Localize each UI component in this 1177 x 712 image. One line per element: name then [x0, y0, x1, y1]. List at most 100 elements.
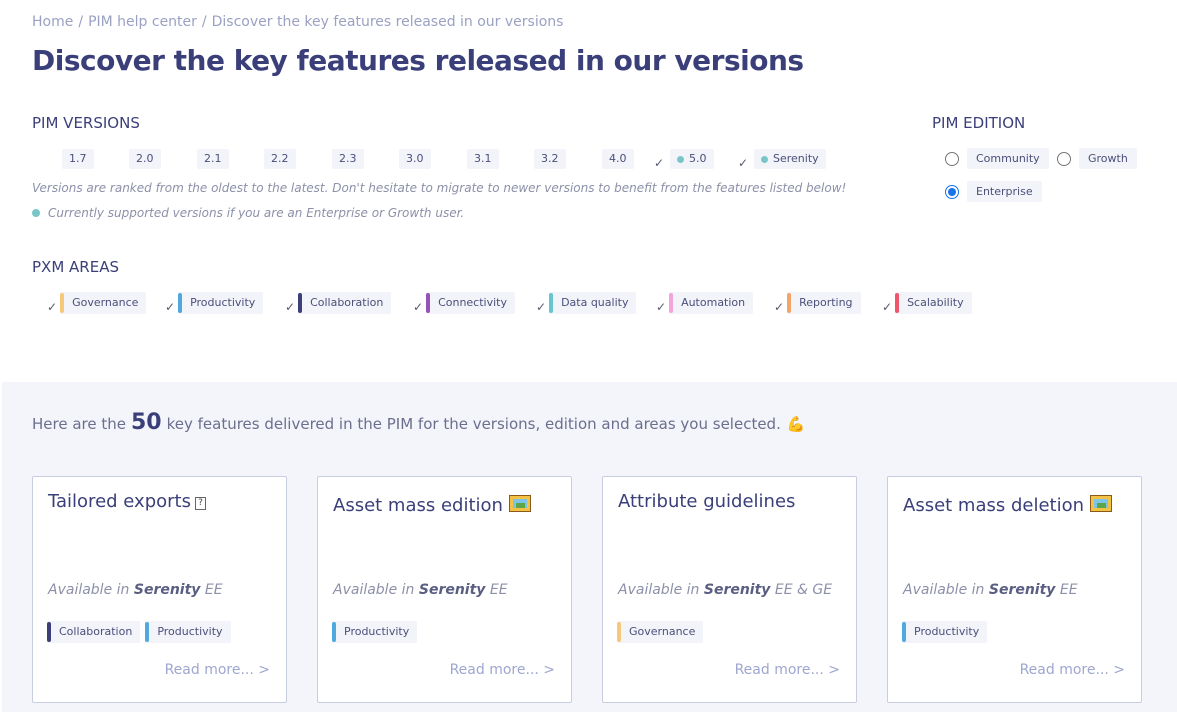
- question-box-icon: ?: [194, 497, 206, 510]
- framed-picture-icon: [508, 495, 531, 512]
- checkmark-icon: ✓: [165, 300, 176, 314]
- breadcrumb-home-link[interactable]: Home: [32, 14, 73, 30]
- area-filter-automation[interactable]: ✓ Automation: [656, 292, 754, 314]
- card-title-text: Tailored exports: [48, 491, 191, 512]
- supported-dot-icon: [32, 209, 40, 217]
- card-availability: Available in Serenity EE: [903, 582, 1078, 598]
- card-availability: Available in Serenity EE: [333, 582, 508, 598]
- radio-button[interactable]: [945, 151, 959, 166]
- checkmark-icon: ✓: [47, 300, 58, 314]
- breadcrumb-separator: /: [78, 14, 84, 30]
- card-tags: Governance: [617, 621, 704, 643]
- avail-prefix: Available in: [48, 582, 130, 598]
- supported-note-text: Currently supported versions if you are …: [48, 206, 465, 220]
- avail-prefix: Available in: [618, 582, 700, 598]
- results-prefix: Here are the: [32, 415, 126, 433]
- pim-versions-title: PIM VERSIONS: [32, 114, 140, 132]
- version-label: 3.1: [474, 152, 492, 165]
- pxm-areas-title: PXM AREAS: [32, 258, 119, 276]
- version-chip-5-0[interactable]: 5.0: [670, 149, 714, 169]
- area-label: Automation: [681, 296, 746, 309]
- card-title: Asset mass edition: [333, 495, 531, 516]
- edition-option-community[interactable]: Community: [945, 148, 1049, 169]
- pim-edition-title: PIM EDITION: [932, 114, 1026, 132]
- feature-card-tailored-exports[interactable]: Tailored exports? Available in Serenity …: [32, 476, 287, 703]
- version-chip-2-2[interactable]: 2.2: [264, 149, 296, 169]
- color-bar: [787, 293, 792, 313]
- checkmark-icon: ✓: [882, 300, 893, 314]
- breadcrumb-separator: /: [201, 14, 207, 30]
- card-title: Tailored exports?: [48, 491, 206, 512]
- edition-option-enterprise[interactable]: Enterprise: [945, 181, 1042, 202]
- tag-label: Productivity: [344, 625, 410, 638]
- framed-picture-icon: [1090, 495, 1113, 512]
- version-chip-3-2[interactable]: 3.2: [534, 149, 566, 169]
- color-bar: [617, 622, 621, 642]
- avail-editions: EE: [1059, 582, 1078, 598]
- area-label: Reporting: [799, 296, 853, 309]
- feature-card-asset-mass-deletion[interactable]: Asset mass deletion Available in Serenit…: [887, 476, 1142, 703]
- version-label: 5.0: [689, 152, 707, 165]
- version-label: 2.2: [271, 152, 289, 165]
- color-bar: [549, 293, 554, 313]
- version-chip-3-0[interactable]: 3.0: [399, 149, 431, 169]
- avail-editions: EE: [489, 582, 508, 598]
- checkmark-icon: ✓: [656, 300, 667, 314]
- card-title: Attribute guidelines: [618, 491, 796, 512]
- version-chip-2-3[interactable]: 2.3: [332, 149, 364, 169]
- edition-option-growth[interactable]: Growth: [1057, 148, 1137, 169]
- results-summary: Here are the 50 key features delivered i…: [32, 410, 806, 435]
- tag-label: Productivity: [157, 625, 223, 638]
- area-filter-collaboration[interactable]: ✓ Collaboration: [285, 292, 392, 314]
- card-title: Asset mass deletion: [903, 495, 1113, 516]
- read-more-link[interactable]: Read more... >: [165, 662, 270, 678]
- version-label: 2.1: [204, 152, 222, 165]
- area-filter-reporting[interactable]: ✓ Reporting: [774, 292, 861, 314]
- area-label: Collaboration: [310, 296, 384, 309]
- radio-button[interactable]: [1057, 151, 1071, 166]
- read-more-link[interactable]: Read more... >: [450, 662, 555, 678]
- version-chip-3-1[interactable]: 3.1: [467, 149, 499, 169]
- area-filter-governance[interactable]: ✓ Governance: [47, 292, 147, 314]
- edition-label: Growth: [1079, 148, 1137, 169]
- card-tags: Collaboration Productivity: [47, 621, 231, 643]
- area-filter-connectivity[interactable]: ✓ Connectivity: [413, 292, 515, 314]
- read-more-link[interactable]: Read more... >: [735, 662, 840, 678]
- tag-label: Collaboration: [59, 625, 133, 638]
- version-chip-4-0[interactable]: 4.0: [602, 149, 634, 169]
- edition-label: Enterprise: [967, 181, 1042, 202]
- version-chip-2-0[interactable]: 2.0: [129, 149, 161, 169]
- area-filter-data-quality[interactable]: ✓ Data quality: [536, 292, 637, 314]
- version-chip-serenity[interactable]: Serenity: [754, 149, 826, 169]
- feature-card-asset-mass-edition[interactable]: Asset mass edition Available in Serenity…: [317, 476, 572, 703]
- edition-label: Community: [967, 148, 1049, 169]
- version-label: 3.2: [541, 152, 559, 165]
- card-title-text: Asset mass edition: [333, 495, 503, 516]
- avail-version: Serenity: [988, 582, 1056, 598]
- tag-label: Governance: [629, 625, 696, 638]
- avail-version: Serenity: [133, 582, 201, 598]
- color-bar: [178, 293, 183, 313]
- checkmark-icon: ✓: [774, 300, 785, 314]
- area-label: Data quality: [561, 296, 629, 309]
- area-tag: Collaboration: [47, 621, 141, 643]
- version-label: Serenity: [773, 152, 819, 165]
- area-filter-scalability[interactable]: ✓ Scalability: [882, 292, 972, 314]
- version-label: 2.0: [136, 152, 154, 165]
- color-bar: [47, 622, 51, 642]
- radio-button-selected[interactable]: [945, 184, 959, 199]
- supported-versions-note: Currently supported versions if you are …: [32, 206, 464, 220]
- version-chip-1-7[interactable]: 1.7: [62, 149, 94, 169]
- area-label: Governance: [72, 296, 139, 309]
- read-more-link[interactable]: Read more... >: [1020, 662, 1125, 678]
- breadcrumb-help-link[interactable]: PIM help center: [88, 14, 197, 30]
- area-label: Productivity: [190, 296, 256, 309]
- version-label: 2.3: [339, 152, 357, 165]
- breadcrumb-current: Discover the key features released in ou…: [211, 14, 564, 30]
- area-tag: Productivity: [145, 621, 231, 643]
- tag-label: Productivity: [914, 625, 980, 638]
- area-filter-productivity[interactable]: ✓ Productivity: [165, 292, 264, 314]
- feature-card-attribute-guidelines[interactable]: Attribute guidelines Available in Sereni…: [602, 476, 857, 703]
- version-chip-2-1[interactable]: 2.1: [197, 149, 229, 169]
- color-bar: [902, 622, 906, 642]
